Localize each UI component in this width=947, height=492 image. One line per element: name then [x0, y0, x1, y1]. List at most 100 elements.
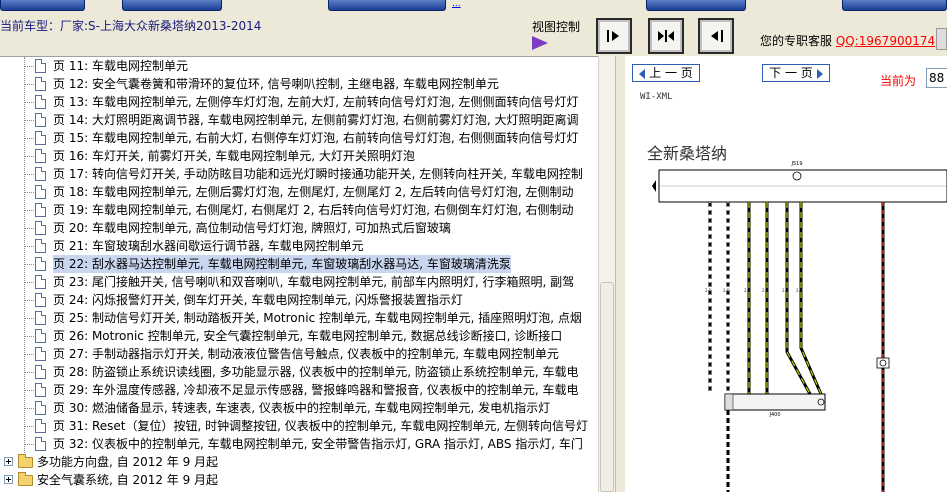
arrow-left-bar-icon: [711, 30, 723, 42]
mid-connector-label: J400: [768, 412, 780, 418]
tree-page-prefix: 页 19:: [53, 203, 92, 217]
support-side-button[interactable]: [936, 28, 947, 50]
svg-text:2.5: 2.5: [705, 288, 712, 293]
tree-branch-line: [25, 192, 34, 193]
tree-page-item[interactable]: 页 30: 燃油储备显示, 转速表, 车速表, 仪表板中的控制单元, 车载电网控…: [0, 399, 598, 417]
tree-page-text: 页 15: 车载电网控制单元, 右前大灯, 右侧停车灯灯泡, 右前转向信号灯灯泡…: [53, 129, 578, 147]
panel-divider[interactable]: [615, 56, 625, 492]
tree-page-item[interactable]: 页 24: 闪烁报警灯开关, 倒车灯开关, 车载电网控制单元, 闪烁警报装置指示…: [0, 291, 598, 309]
tree-branch-line: [25, 228, 34, 229]
tree-page-item[interactable]: 页 26: Motronic 控制单元, 安全气囊控制单元, 车载电网控制单元,…: [0, 327, 598, 345]
mid-component: J400: [724, 393, 826, 418]
tree-folder-label: 多功能方向盘, 自 2012 年 9 月起: [37, 455, 219, 469]
arrow-right-bar-icon: [607, 30, 619, 42]
wiring-diagram: J519 2.5 2.5 2.5 2.5 2.5 2.5 J400: [652, 161, 947, 492]
expand-left-button[interactable]: [698, 18, 734, 54]
top-button-1[interactable]: [0, 0, 85, 11]
tree-page-item[interactable]: 页 11: 车载电网控制单元: [0, 57, 598, 75]
tree-page-title: 仪表板中的控制单元, 车载电网控制单元, 安全带警告指示灯, GRA 指示灯, …: [91, 437, 583, 451]
app-window: ... 当前车型：厂家:S-上海大众新桑塔纳2013-2014 视图控制 您的专…: [0, 0, 947, 492]
tree-branch-line: [25, 138, 34, 139]
tree-page-prefix: 页 24:: [53, 293, 92, 307]
tree-page-title: 转向信号灯开关, 手动防眩目功能和远光灯瞬时接通功能开关, 左侧转向柱开关, 车…: [91, 167, 583, 181]
support-qq-link[interactable]: QQ:1967900174: [836, 34, 935, 48]
tree-page-title: 大灯照明距离调节器, 车载电网控制单元, 左侧前雾灯灯泡, 右侧前雾灯灯泡, 大…: [91, 113, 579, 127]
expand-plus-icon[interactable]: [4, 457, 13, 466]
page-icon: [35, 347, 46, 361]
wiring-diagram-page: WI-XML 全新桑塔纳 J519 2.5 2.5 2.5 2.5 2.5 2.…: [625, 92, 947, 492]
tree-page-title: 燃油储备显示, 转速表, 车速表, 仪表板中的控制单元, 车载电网控制单元, 发…: [91, 401, 551, 415]
svg-text:2.5: 2.5: [782, 288, 789, 293]
scrollbar-thumb[interactable]: [600, 282, 614, 492]
tree-page-item[interactable]: 页 32: 仪表板中的控制单元, 车载电网控制单元, 安全带警告指示灯, GRA…: [0, 435, 598, 453]
tree-page-item[interactable]: 页 28: 防盗锁止系统识读线圈, 多功能显示器, 仪表板中的控制单元, 防盗锁…: [0, 363, 598, 381]
tree-page-prefix: 页 16:: [53, 149, 92, 163]
tree-scrollbar[interactable]: [598, 56, 615, 492]
page-icon: [35, 437, 46, 451]
tree-page-prefix: 页 27:: [53, 347, 92, 361]
page-icon: [35, 401, 46, 415]
page-icon: [35, 329, 46, 343]
tree-page-prefix: 页 25:: [53, 311, 92, 325]
tree-page-prefix: 页 31:: [53, 419, 92, 433]
tree-branch-line: [25, 318, 34, 319]
tree-branch-line: [25, 282, 34, 283]
page-icon: [35, 167, 46, 181]
top-button-5[interactable]: [842, 0, 947, 11]
tree-page-title: Motronic 控制单元, 安全气囊控制单元, 车载电网控制单元, 数据总线诊…: [91, 329, 563, 343]
tree-page-item[interactable]: 页 25: 制动信号灯开关, 制动踏板开关, Motronic 控制单元, 车载…: [0, 309, 598, 327]
folder-icon: [18, 454, 33, 468]
tree-folder-item[interactable]: 多功能方向盘, 自 2012 年 9 月起: [0, 453, 598, 471]
tree-page-item[interactable]: 页 18: 车载电网控制单元, 左侧后雾灯灯泡, 左侧尾灯, 左侧尾灯 2, 左…: [0, 183, 598, 201]
tree-page-item[interactable]: 页 16: 车灯开关, 前雾灯开关, 车载电网控制单元, 大灯开关照明灯泡: [0, 147, 598, 165]
wire-bundle: [708, 202, 823, 395]
tree-folder-item[interactable]: 安全气囊系统, 自 2012 年 9 月起: [0, 471, 598, 489]
previous-page-button[interactable]: 上 一 页: [632, 64, 700, 82]
current-page-input[interactable]: 88: [926, 68, 947, 88]
tree-page-title: 安全气囊卷簧和带滑环的复位环, 信号喇叭控制, 主继电器, 车载电网控制单元: [91, 77, 499, 91]
top-button-4[interactable]: [646, 0, 746, 11]
tree-page-item[interactable]: 页 31: Reset（复位）按钮, 时钟调整按钮, 仪表板中的控制单元, 车载…: [0, 417, 598, 435]
arrow-left-icon: [639, 68, 646, 79]
tree-page-text: 页 18: 车载电网控制单元, 左侧后雾灯灯泡, 左侧尾灯, 左侧尾灯 2, 左…: [53, 183, 574, 201]
tree-page-text: 页 31: Reset（复位）按钮, 时钟调整按钮, 仪表板中的控制单元, 车载…: [53, 417, 588, 435]
page-icon: [35, 239, 46, 253]
page-icon: [35, 203, 46, 217]
tree-page-item[interactable]: 页 20: 车载电网控制单元, 高位制动信号灯灯泡, 牌照灯, 可加热式后窗玻璃: [0, 219, 598, 237]
tree-page-item[interactable]: 页 27: 手制动器指示灯开关, 制动液液位警告信号触点, 仪表板中的控制单元,…: [0, 345, 598, 363]
page-icon: [35, 77, 46, 91]
tree-page-prefix: 页 21:: [53, 239, 92, 253]
current-page-label: 当前为: [880, 74, 917, 88]
tree-page-item[interactable]: 页 17: 转向信号灯开关, 手动防眩目功能和远光灯瞬时接通功能开关, 左侧转向…: [0, 165, 598, 183]
previous-page-label: 上 一 页: [649, 66, 693, 80]
top-connector: J519: [658, 161, 947, 203]
tree-page-text: 页 14: 大灯照明距离调节器, 车载电网控制单元, 左侧前雾灯灯泡, 右侧前雾…: [53, 111, 578, 129]
tree-page-title: 刮水器马达控制单元, 车载电网控制单元, 车窗玻璃刮水器马达, 车窗玻璃清洗泵: [91, 257, 511, 271]
tree-page-title: 车载电网控制单元, 左侧后雾灯灯泡, 左侧尾灯, 左侧尾灯 2, 左后转向信号灯…: [91, 185, 574, 199]
expand-plus-icon[interactable]: [4, 475, 13, 484]
tree-page-item[interactable]: 页 21: 车窗玻璃刮水器间歇运行调节器, 车载电网控制单元: [0, 237, 598, 255]
tree-page-item[interactable]: 页 12: 安全气囊卷簧和带滑环的复位环, 信号喇叭控制, 主继电器, 车载电网…: [0, 75, 598, 93]
tree-page-item[interactable]: 页 13: 车载电网控制单元, 左侧停车灯灯泡, 左前大灯, 左前转向信号灯灯泡…: [0, 93, 598, 111]
tree-page-item[interactable]: 页 23: 尾门接触开关, 信号喇叭和双音喇叭, 车载电网控制单元, 前部车内照…: [0, 273, 598, 291]
tree-page-item[interactable]: 页 14: 大灯照明距离调节器, 车载电网控制单元, 左侧前雾灯灯泡, 右侧前雾…: [0, 111, 598, 129]
tree-page-prefix: 页 26:: [53, 329, 92, 343]
play-arrow-icon[interactable]: [532, 36, 548, 50]
tree-page-item[interactable]: 页 29: 车外温度传感器, 冷却液不足显示传感器, 警报蜂鸣器和警报音, 仪表…: [0, 381, 598, 399]
top-button-2[interactable]: [122, 0, 222, 11]
tree-page-prefix: 页 29:: [53, 383, 92, 397]
tree-page-title: 防盗锁止系统识读线圈, 多功能显示器, 仪表板中的控制单元, 防盗锁止系统控制单…: [91, 365, 579, 379]
split-view-button[interactable]: [648, 18, 684, 54]
top-link[interactable]: ...: [452, 0, 461, 9]
expand-right-button[interactable]: [596, 18, 632, 54]
diagram-viewer: 上 一 页 下 一 页 当前为 88 WI-XML 全新桑塔纳 J519 2.5…: [625, 56, 947, 492]
tree-page-item[interactable]: 页 22: 刮水器马达控制单元, 车载电网控制单元, 车窗玻璃刮水器马达, 车窗…: [0, 255, 598, 273]
top-button-3[interactable]: [328, 0, 446, 11]
tree-branch-line: [25, 246, 34, 247]
tree-page-item[interactable]: 页 19: 车载电网控制单元, 右侧尾灯, 右侧尾灯 2, 右后转向信号灯灯泡,…: [0, 201, 598, 219]
tree-page-text: 页 27: 手制动器指示灯开关, 制动液液位警告信号触点, 仪表板中的控制单元,…: [53, 345, 559, 363]
next-page-button[interactable]: 下 一 页: [762, 64, 830, 82]
tree-branch-line: [25, 210, 34, 211]
top-toolbar: ...: [0, 0, 947, 12]
tree-page-item[interactable]: 页 15: 车载电网控制单元, 右前大灯, 右侧停车灯灯泡, 右前转向信号灯灯泡…: [0, 129, 598, 147]
